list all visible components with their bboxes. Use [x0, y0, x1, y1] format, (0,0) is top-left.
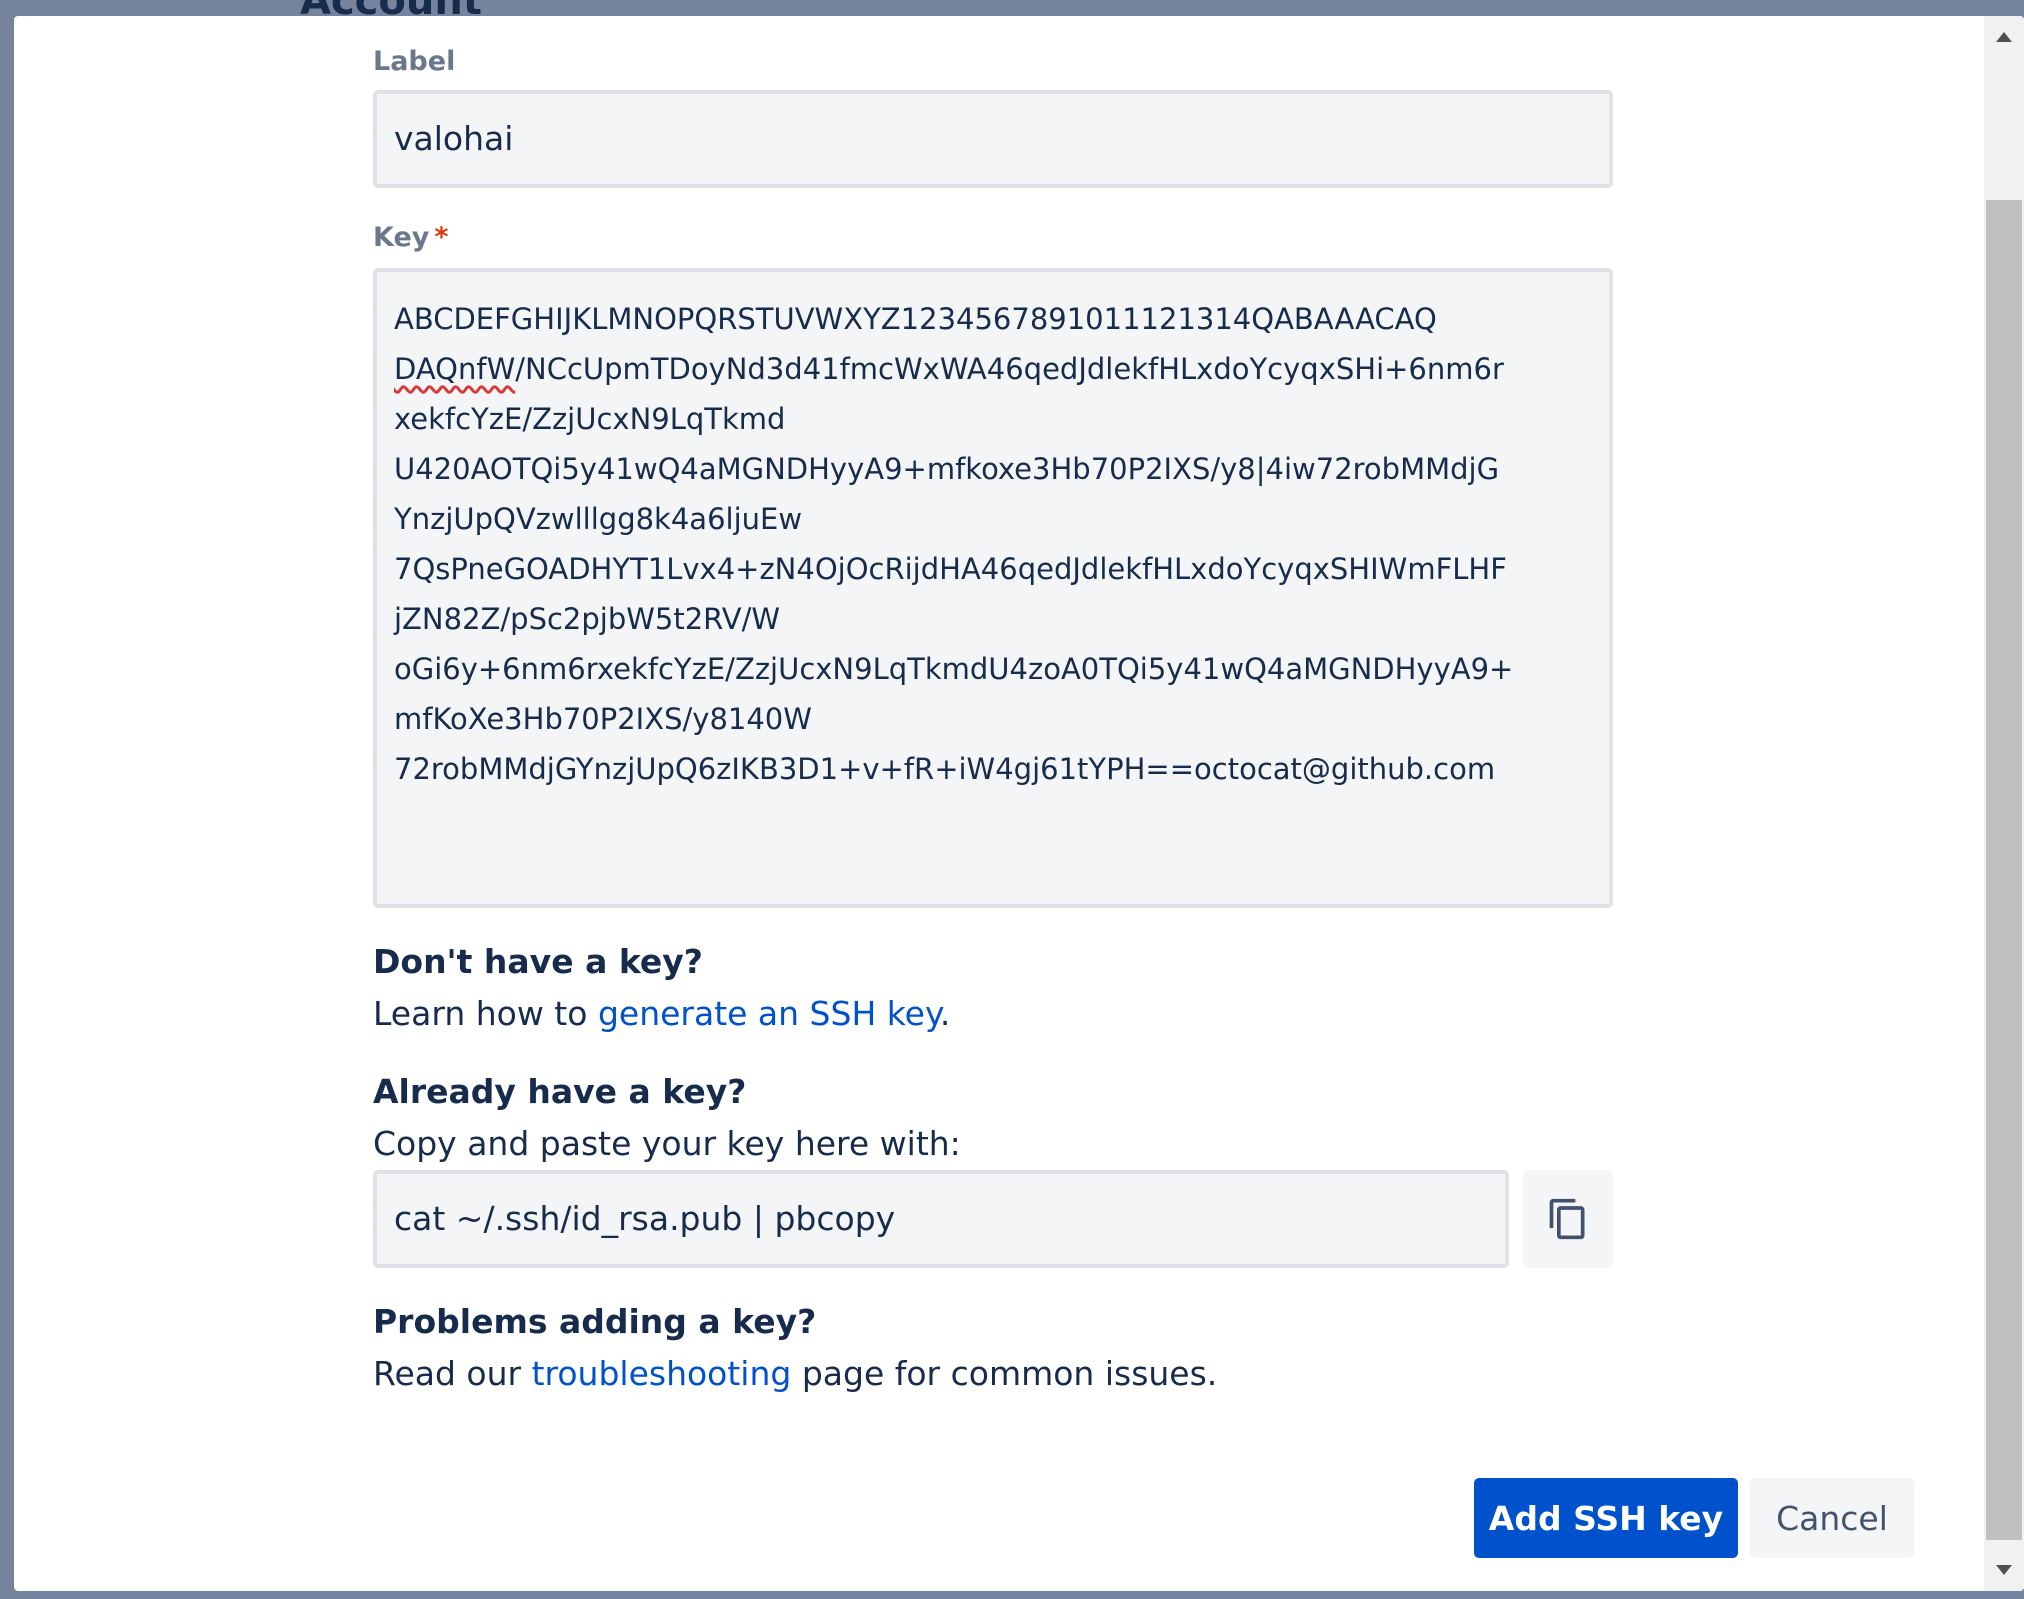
generate-ssh-key-link[interactable]: generate an SSH key	[598, 994, 940, 1033]
key-text-line: ABCDEFGHIJKLMNOPQRSTUVWXYZ12345678910111…	[394, 302, 1437, 336]
have-key-text: Copy and paste your key here with:	[373, 1124, 961, 1163]
no-key-heading: Don't have a key?	[373, 942, 703, 981]
key-field-label: Key *	[373, 222, 449, 253]
required-indicator: *	[434, 222, 449, 253]
spellcheck-word: DAQnfW	[394, 352, 516, 386]
problems-heading: Problems adding a key?	[373, 1302, 817, 1341]
key-field-label-text: Key	[373, 222, 430, 253]
key-text-line: U420AOTQi5y41wQ4aMGNDHyyA9+mfkoxe3Hb70P2…	[394, 452, 1500, 486]
add-ssh-key-dialog: Label valohai Key * ABCDEFGHIJKLMNOPQRSTU…	[14, 16, 2024, 1591]
key-text-line: YnzjUpQVzwlllgg8k4a6ljuEw	[394, 502, 803, 536]
have-key-heading: Already have a key?	[373, 1072, 747, 1111]
problems-text: Read our troubleshooting page for common…	[373, 1354, 1218, 1393]
key-text-line: jZN82Z/pSc2pjbW5t2RV/W	[394, 602, 781, 636]
scroll-up-arrow-icon[interactable]	[1996, 32, 2012, 42]
label-field-label: Label	[373, 46, 456, 77]
copy-command-button[interactable]	[1523, 1170, 1613, 1268]
copy-command-field[interactable]: cat ~/.ssh/id_rsa.pub | pbcopy	[373, 1170, 1509, 1268]
no-key-text: Learn how to generate an SSH key.	[373, 994, 951, 1033]
vertical-scrollbar[interactable]	[1984, 16, 2024, 1591]
key-textarea[interactable]: ABCDEFGHIJKLMNOPQRSTUVWXYZ12345678910111…	[373, 268, 1613, 908]
scrollbar-thumb[interactable]	[1986, 200, 2022, 1540]
key-text-line: 7QsPneGOADHYT1Lvx4+zN4OjOcRijdHA46qedJdl…	[394, 552, 1507, 586]
cancel-button[interactable]: Cancel	[1750, 1478, 1914, 1558]
label-input[interactable]: valohai	[373, 90, 1613, 188]
key-text-line: 72robMMdjGYnzjUpQ6zIKB3D1+v+fR+iW4gj61tY…	[394, 752, 1496, 786]
copy-icon	[1549, 1198, 1585, 1240]
key-text-line: DAQnfW/NCcUpmTDoyNd3d41fmcWxWA46qedJdlek…	[394, 352, 1504, 386]
troubleshooting-link[interactable]: troubleshooting	[532, 1354, 792, 1393]
key-text-line: oGi6y+6nm6rxekfcYzE/ZzjUcxN9LqTkmdU4zoA0…	[394, 652, 1514, 686]
add-ssh-key-button[interactable]: Add SSH key	[1474, 1478, 1738, 1558]
scroll-down-arrow-icon[interactable]	[1996, 1565, 2012, 1575]
key-text-line: mfKoXe3Hb70P2IXS/y8140W	[394, 702, 812, 736]
key-text-line: xekfcYzE/ZzjUcxN9LqTkmd	[394, 402, 786, 436]
